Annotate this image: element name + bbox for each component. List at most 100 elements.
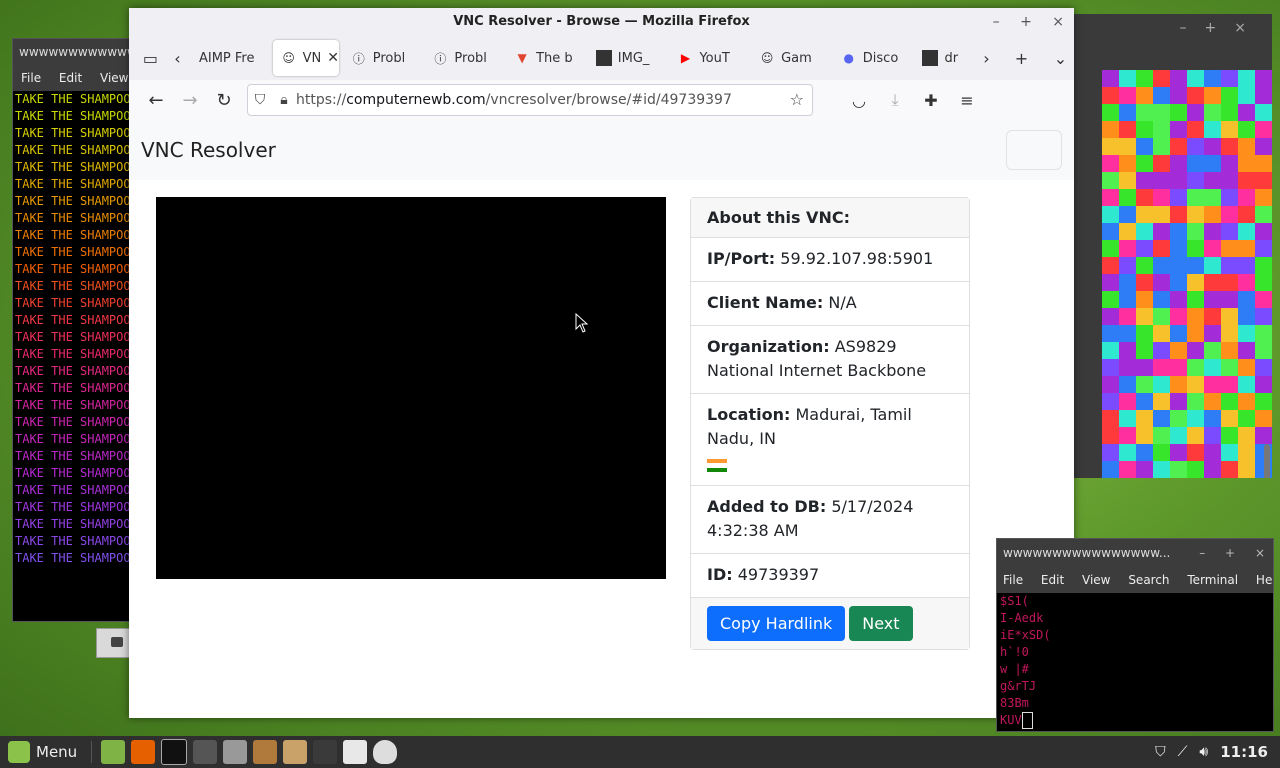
shield-tray-icon[interactable]: ⛉ <box>1155 744 1166 760</box>
tab-discord[interactable]: ● Disco <box>833 40 911 76</box>
lock-icon[interactable]: 🔒︎ <box>272 92 296 108</box>
close-button[interactable]: × <box>1052 14 1064 30</box>
noise-cell <box>1102 427 1119 444</box>
close-icon[interactable]: × <box>1234 20 1264 36</box>
noise-cell <box>1187 155 1204 172</box>
menu-file[interactable]: File <box>1003 573 1023 587</box>
noise-cell <box>1255 274 1272 291</box>
noise-cell <box>1119 274 1136 291</box>
tab-vnc-resolver[interactable]: ☺ VN ✕ <box>272 40 339 76</box>
list-all-tabs-button[interactable]: ⌄ <box>1047 44 1074 72</box>
network-icon[interactable]: ⟋ <box>1178 744 1188 760</box>
tab-youtube[interactable]: ▶ YouT <box>669 40 747 76</box>
tab-games[interactable]: ☺ Gam <box>751 40 829 76</box>
reload-button[interactable]: ↻ <box>207 84 241 116</box>
noise-cell <box>1255 376 1272 393</box>
noise-cell <box>1238 223 1255 240</box>
terminal-icon[interactable] <box>161 739 188 765</box>
noise-cell <box>1136 206 1153 223</box>
app-menu-button[interactable]: ≡ <box>949 84 985 116</box>
menu-file[interactable]: File <box>21 71 41 85</box>
noise-cell <box>1187 291 1204 308</box>
clock[interactable]: 11:16 <box>1220 743 1268 761</box>
menu-search[interactable]: Search <box>1128 573 1169 587</box>
archive-icon[interactable] <box>283 740 308 764</box>
scrollbar[interactable] <box>1264 444 1270 478</box>
back-button[interactable]: ← <box>139 84 173 116</box>
tab-problem-1[interactable]: ⓘ Probl <box>343 40 421 76</box>
noise-cell <box>1170 427 1187 444</box>
menu-edit[interactable]: Edit <box>59 71 82 85</box>
minimize-button[interactable]: – <box>1199 546 1205 560</box>
noise-cell <box>1119 87 1136 104</box>
pocket-button[interactable]: ◡ <box>841 84 877 116</box>
document-icon[interactable] <box>343 740 368 764</box>
noise-cell <box>1204 206 1221 223</box>
tab-label: dr <box>944 50 959 66</box>
noise-cell <box>1255 410 1272 427</box>
maximize-button[interactable]: + <box>1225 546 1235 560</box>
shield-icon[interactable]: ⛉ <box>248 92 272 108</box>
noise-window[interactable]: –+× <box>1074 14 1272 478</box>
noise-cell <box>1153 70 1170 87</box>
downloads-button[interactable]: ⤓ <box>877 84 913 116</box>
noise-cell <box>1136 393 1153 410</box>
noise-cell <box>1255 427 1272 444</box>
tab-aimp[interactable]: AIMP Fre <box>191 40 269 76</box>
app-icon[interactable] <box>223 740 248 764</box>
bookmark-star-icon[interactable]: ☆ <box>790 90 804 109</box>
noise-cell <box>1238 461 1255 478</box>
tab-problem-2[interactable]: ⓘ Probl <box>424 40 502 76</box>
scroll-tabs-left-button[interactable]: ‹ <box>164 44 191 72</box>
archive-icon[interactable] <box>253 740 278 764</box>
menu-terminal[interactable]: Terminal <box>1187 573 1238 587</box>
tab-img[interactable]: IMG_ <box>588 40 666 76</box>
tab-label: Disco <box>862 50 899 66</box>
menu-view[interactable]: View <box>1082 573 1110 587</box>
left-terminal-window[interactable]: wwwwwwwwwwwwwwww File Edit View TAKE THE… <box>12 38 134 622</box>
menu-edit[interactable]: Edit <box>1041 573 1064 587</box>
next-button[interactable]: Next <box>849 606 913 641</box>
scroll-tabs-right-button[interactable]: › <box>973 44 1000 72</box>
tab-close-icon[interactable]: ✕ <box>327 50 338 66</box>
noise-cell <box>1221 308 1238 325</box>
copy-hardlink-button[interactable]: Copy Hardlink <box>707 606 846 641</box>
maximize-button[interactable]: + <box>1020 14 1032 30</box>
url-bar[interactable]: ⛉ 🔒︎ https://computernewb.com/vncresolve… <box>247 84 813 116</box>
minimize-button[interactable]: – <box>993 14 1000 30</box>
info-organization: Organization: AS9829 National Internet B… <box>691 326 969 394</box>
volume-icon[interactable]: 🔊︎ <box>1199 744 1208 760</box>
tab-overview-button[interactable]: ▭ <box>137 44 164 72</box>
noise-cell <box>1136 308 1153 325</box>
noise-cell <box>1204 274 1221 291</box>
terminal-line-prompt: KUV <box>1000 712 1273 729</box>
noise-cell <box>1204 410 1221 427</box>
shield-icon[interactable] <box>373 740 398 764</box>
terminal-line: TAKE THE SHAMPOO <box>15 551 131 565</box>
terminal-line: TAKE THE SHAMPOO <box>15 228 131 242</box>
reload-icon: ↻ <box>216 89 232 111</box>
card-footer: Copy Hardlink Next <box>691 598 969 649</box>
close-button[interactable]: × <box>1255 546 1265 560</box>
files-icon[interactable] <box>101 740 126 764</box>
firefox-icon[interactable] <box>131 740 156 764</box>
start-menu-button[interactable]: Menu <box>0 736 85 768</box>
tab-dr[interactable]: dr <box>914 40 969 76</box>
noise-cell <box>1102 70 1119 87</box>
menu-view[interactable]: View <box>100 71 128 85</box>
maximize-icon[interactable]: + <box>1205 20 1235 36</box>
app-icon[interactable] <box>193 740 218 764</box>
minimize-icon[interactable]: – <box>1180 20 1205 36</box>
right-terminal-window[interactable]: wwwwwwwwwwwwwwww... – + × File Edit View… <box>996 538 1274 732</box>
app-icon[interactable] <box>313 740 338 764</box>
noise-cell <box>1221 138 1238 155</box>
new-tab-button[interactable]: + <box>1008 44 1035 72</box>
noise-cell <box>1255 172 1272 189</box>
extensions-button[interactable]: ✚ <box>913 84 949 116</box>
page-brand[interactable]: VNC Resolver <box>141 138 276 162</box>
forward-button[interactable]: → <box>173 84 207 116</box>
noise-cell <box>1170 461 1187 478</box>
tab-brave[interactable]: ▼ The b <box>506 40 584 76</box>
navbar-toggler-button[interactable] <box>1006 130 1062 170</box>
menu-help[interactable]: Help <box>1256 573 1273 587</box>
